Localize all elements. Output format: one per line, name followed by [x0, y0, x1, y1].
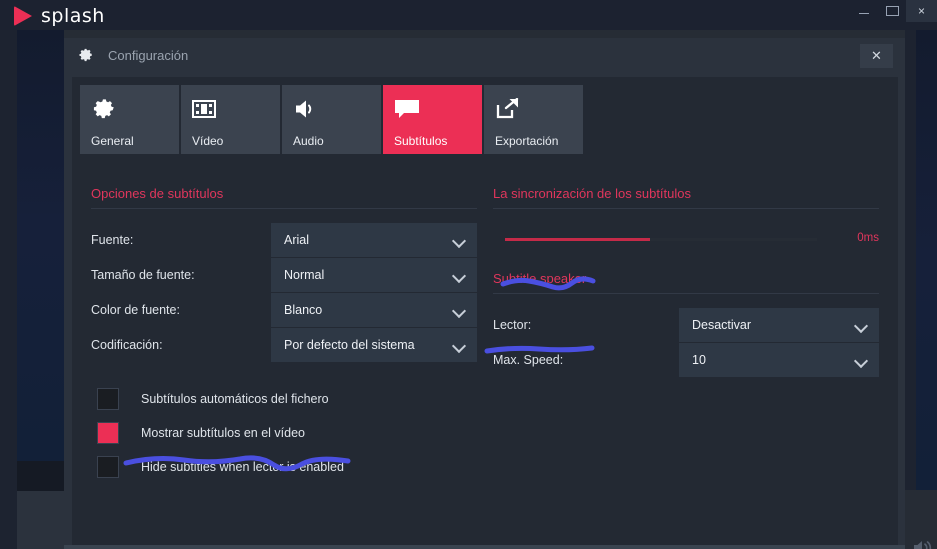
tab-label: Audio: [293, 134, 381, 148]
font-color-dropdown[interactable]: Blanco: [271, 293, 477, 327]
field-lector: Lector: Desactivar: [493, 308, 879, 342]
chevron-down-icon: [855, 354, 868, 367]
speaker-icon: [293, 95, 381, 123]
max-speed-dropdown[interactable]: 10: [679, 343, 879, 377]
player-title-bar: splash ×: [0, 0, 937, 30]
spacer: [493, 253, 879, 271]
dialog-close-button[interactable]: ✕: [860, 44, 893, 68]
field-label: Tamaño de fuente:: [91, 268, 271, 282]
checkbox-row-auto-subtitles[interactable]: Subtítulos automáticos del fichero: [91, 382, 477, 416]
brand-name: splash: [41, 5, 105, 27]
gear-icon: [77, 47, 94, 64]
video-frame-lower: [17, 461, 64, 491]
chevron-down-icon: [453, 304, 466, 317]
section-heading: La sincronización de los subtítulos: [493, 186, 879, 208]
tab-label: Vídeo: [192, 134, 280, 148]
tab-export[interactable]: Exportación: [484, 85, 583, 154]
checkbox-label: Subtítulos automáticos del fichero: [141, 392, 329, 406]
checkbox-label: Mostrar subtítulos en el vídeo: [141, 426, 305, 440]
dialog-title: Configuración: [108, 48, 188, 63]
chevron-down-icon: [453, 339, 466, 352]
window-controls: ×: [850, 0, 937, 22]
encoding-dropdown[interactable]: Por defecto del sistema: [271, 328, 477, 362]
settings-content-panel: Opciones de subtítulos Fuente: Arial Tam…: [72, 162, 898, 545]
video-frame: [17, 30, 64, 461]
tab-label: General: [91, 134, 179, 148]
field-max-speed: Max. Speed: 10: [493, 343, 879, 377]
section-divider: [493, 293, 879, 294]
field-font: Fuente: Arial: [91, 223, 477, 257]
app-logo: splash: [14, 5, 105, 27]
video-frame-right: [916, 30, 937, 490]
player-controls-bar: [17, 491, 64, 549]
checkbox-show-subtitles[interactable]: [97, 422, 119, 444]
field-label: Max. Speed:: [493, 353, 679, 367]
tab-general[interactable]: General: [80, 85, 179, 154]
dialog-title-bar: Configuración ✕: [64, 38, 905, 73]
play-triangle-icon: [14, 6, 32, 26]
field-font-color: Color de fuente: Blanco: [91, 293, 477, 327]
tab-label: Exportación: [495, 134, 583, 148]
field-label: Codificación:: [91, 338, 271, 352]
gear-icon: [91, 95, 179, 123]
dropdown-value: Por defecto del sistema: [284, 338, 415, 352]
subtitle-options-section: Opciones de subtítulos Fuente: Arial Tam…: [91, 186, 477, 484]
video-left-letterbox: [0, 30, 17, 549]
volume-speaker-icon[interactable]: [912, 538, 934, 549]
maximize-button[interactable]: [878, 0, 906, 22]
tab-subtitles[interactable]: Subtítulos: [383, 85, 482, 154]
film-icon: [192, 95, 280, 123]
checkbox-row-show-subtitles[interactable]: Mostrar subtítulos en el vídeo: [91, 416, 477, 450]
checkbox-hide-when-lector[interactable]: [97, 456, 119, 478]
section-divider: [91, 208, 477, 209]
minimize-button[interactable]: [850, 0, 878, 22]
chevron-down-icon: [453, 269, 466, 282]
checkbox-row-hide-when-lector[interactable]: Hide subtitles when lector is enabled: [91, 450, 477, 484]
field-font-size: Tamaño de fuente: Normal: [91, 258, 477, 292]
sync-slider[interactable]: [493, 237, 827, 240]
close-window-button[interactable]: ×: [906, 0, 937, 22]
slider-fill: [505, 238, 650, 241]
dialog-footer: OK Cancelar: [64, 545, 905, 549]
dropdown-value: Desactivar: [692, 318, 751, 332]
field-label: Fuente:: [91, 233, 271, 247]
export-arrow-icon: [495, 95, 583, 123]
maximize-icon: [886, 6, 899, 16]
subtitle-sync-section: La sincronización de los subtítulos 0ms …: [493, 186, 879, 378]
tab-audio[interactable]: Audio: [282, 85, 381, 154]
font-size-dropdown[interactable]: Normal: [271, 258, 477, 292]
tab-label: Subtítulos: [394, 134, 482, 148]
settings-tab-strip: General Vídeo: [72, 77, 898, 162]
field-label: Lector:: [493, 318, 679, 332]
speech-bubble-icon: [394, 95, 482, 123]
font-dropdown[interactable]: Arial: [271, 223, 477, 257]
checkbox-label: Hide subtitles when lector is enabled: [141, 460, 344, 474]
dropdown-value: Arial: [284, 233, 309, 247]
sync-slider-row: 0ms: [493, 223, 879, 253]
settings-dialog: Configuración ✕ General: [64, 38, 905, 549]
section-divider: [493, 208, 879, 209]
tab-video[interactable]: Vídeo: [181, 85, 280, 154]
checkbox-auto-subtitles[interactable]: [97, 388, 119, 410]
sync-value: 0ms: [835, 232, 879, 244]
dropdown-value: Normal: [284, 268, 324, 282]
splash-player-window: splash × Configuración ✕: [0, 0, 937, 549]
dropdown-value: 10: [692, 353, 706, 367]
field-label: Color de fuente:: [91, 303, 271, 317]
chevron-down-icon: [855, 319, 868, 332]
section-heading: Opciones de subtítulos: [91, 186, 477, 208]
section-heading-speaker: Subtitle speaker: [493, 271, 879, 293]
chevron-down-icon: [453, 234, 466, 247]
field-encoding: Codificación: Por defecto del sistema: [91, 328, 477, 362]
video-right-letterbox: [905, 30, 916, 490]
subtitle-checkbox-list: Subtítulos automáticos del fichero Mostr…: [91, 382, 477, 484]
minimize-icon: [859, 13, 869, 14]
dropdown-value: Blanco: [284, 303, 322, 317]
lector-dropdown[interactable]: Desactivar: [679, 308, 879, 342]
